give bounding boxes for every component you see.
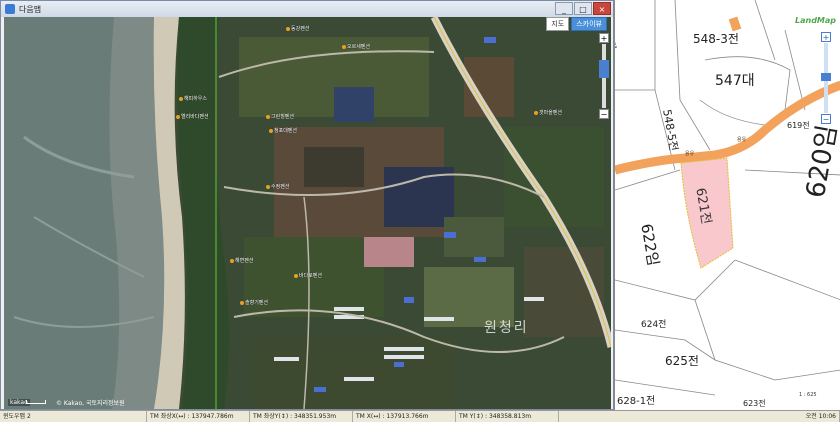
parcel-label[interactable]: 547대 [715,70,755,90]
zoom-in-button[interactable]: + [599,33,609,43]
status-cursor-x: TM X(↔) : 137913.766m [353,411,456,422]
place-label: 수정펜션 [271,184,290,190]
place-marker[interactable]: 해변펜션 [230,257,253,264]
map-copyright: © Kakao, 국토지리정보원 [56,400,125,407]
place-marker[interactable]: 동강펜션 [286,25,309,32]
place-marker[interactable]: 수정펜션 [266,183,289,190]
place-pin-icon [294,273,298,278]
parcel-label[interactable]: 628-1전 [617,392,655,407]
parcel-label[interactable]: 623전 [743,398,766,409]
place-label: 갯마을펜션 [539,110,563,116]
zoom-slider-thumb[interactable] [599,60,609,78]
status-topleft-y: TM 좌상Y(↕) : 348351.953m [250,411,353,422]
place-label: 해피하우스 [184,96,208,102]
place-pin-icon [534,110,538,115]
place-marker[interactable]: 해피하우스 [179,95,207,102]
zoom-slider-track[interactable] [821,43,831,113]
place-pin-icon [176,114,180,119]
status-bar: 윈도우맵 2 TM 좌상X(↔) : 137947.786m TM 좌상Y(↕)… [0,410,840,422]
app-icon [5,4,15,14]
place-pin-icon [230,258,234,263]
parcel-label[interactable]: 548-3전 [693,30,739,47]
minimize-button[interactable]: _ [555,2,573,15]
zoom-slider-thumb[interactable] [821,73,831,81]
cadastral-zoom-control: + − [821,32,831,124]
place-label: 바다로펜션 [299,273,323,279]
place-marker[interactable]: 바다로펜션 [294,272,322,279]
zoom-in-button[interactable]: + [821,32,831,42]
place-pin-icon [240,300,244,305]
cadastral-scale: 1 : 625 [799,392,817,398]
status-cursor-y: TM Y(↕) : 348358.813m [456,411,559,422]
map-view-button[interactable]: 지도 [546,17,570,31]
satellite-window-titlebar[interactable]: 다음맵 _ □ × [1,1,613,17]
maximize-button[interactable]: □ [574,2,592,15]
scale-bar [26,400,46,404]
place-label: 오르세펜션 [347,44,371,50]
close-button[interactable]: × [593,2,611,15]
window-title: 다음맵 [19,4,42,14]
cadastral-parcels [615,0,840,396]
village-name-label: 원청리 [484,320,529,336]
zoom-out-button[interactable]: − [821,114,831,124]
place-marker[interactable]: 엘리바다펜션 [176,113,209,120]
place-pin-icon [342,44,346,49]
place-marker[interactable]: 청포대펜션 [269,127,297,134]
place-label: 청포대펜션 [274,128,298,134]
satellite-map-window: 다음맵 _ □ × 원청리 동강펜션 오르세펜션 해피하우스 엘리바다펜션 그린… [0,0,614,410]
place-pin-icon [266,184,270,189]
cadastral-map-window[interactable]: 548-3전 547대 548-5전 619전 621전 620임 622임 6… [614,0,840,410]
status-app-name: 윈도우맵 2 [0,411,147,422]
status-clock: 오전 10:06 [559,411,840,422]
map-type-toggle: 지도 스카이뷰 [546,17,607,31]
place-marker[interactable]: 그린힐펜션 [266,113,294,120]
parcel-label[interactable]: 624전 [641,317,666,330]
zoom-slider-track[interactable] [599,44,609,108]
status-topleft-x: TM 좌상X(↔) : 137947.786m [147,411,250,422]
road-label: 용유 [685,151,695,157]
satellite-imagery [4,17,611,409]
place-label: 해변펜션 [235,258,254,264]
landmap-logo: LandMap [795,16,837,25]
place-marker[interactable]: 솔향기펜션 [240,299,268,306]
place-pin-icon [286,26,290,31]
satellite-map-canvas[interactable]: 원청리 동강펜션 오르세펜션 해피하우스 엘리바다펜션 그린힐펜션 청포대펜션 … [4,17,611,409]
parcel-label[interactable]: 625전 [665,352,699,369]
place-pin-icon [266,114,270,119]
place-label: 솔향기펜션 [245,300,269,306]
place-pin-icon [269,128,273,133]
zoom-out-button[interactable]: − [599,109,609,119]
satellite-zoom-control: + − [599,33,609,119]
skyview-button[interactable]: 스카이뷰 [571,17,607,31]
place-label: 엘리바다펜션 [181,114,209,120]
place-marker[interactable]: 갯마을펜션 [534,109,562,116]
place-label: 그린힐펜션 [271,114,295,120]
road-label: 용유 [737,137,747,143]
place-pin-icon [179,96,183,101]
place-marker[interactable]: 오르세펜션 [342,43,370,50]
place-label: 동강펜션 [291,26,310,32]
